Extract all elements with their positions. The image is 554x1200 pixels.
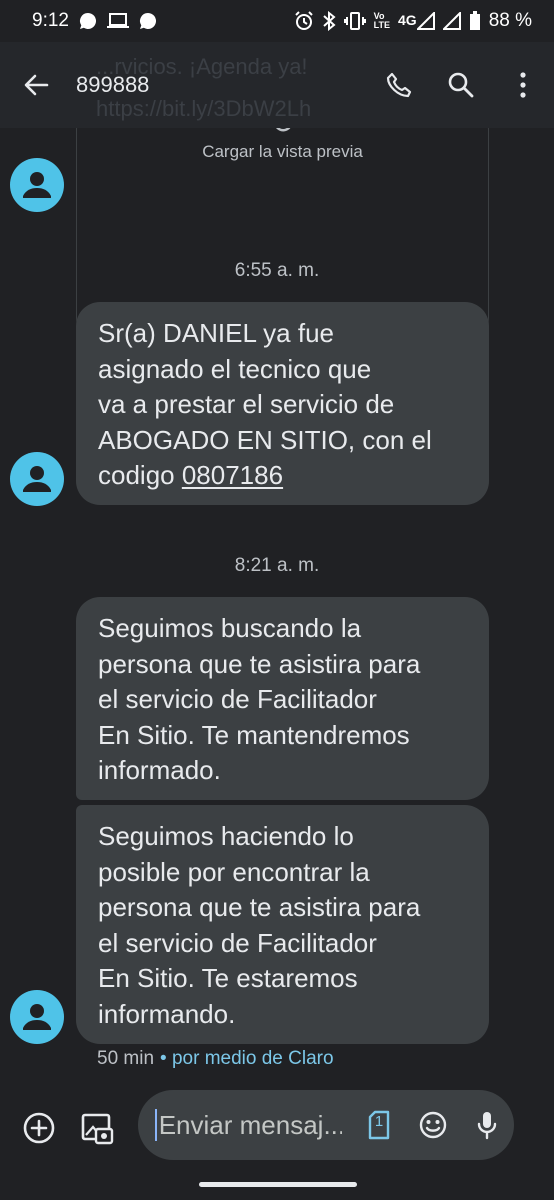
status-bar: 9:12 Vo LTE 4G 88 % — [0, 0, 554, 42]
status-left: 9:12 — [32, 10, 157, 32]
person-icon — [23, 1004, 51, 1030]
message-input-field[interactable]: Enviar mensaj... 1 — [138, 1090, 514, 1160]
volte-indicator: Vo LTE — [374, 12, 390, 30]
status-time: 9:12 — [32, 10, 69, 31]
add-circle-icon — [23, 1112, 55, 1144]
avatar[interactable] — [10, 990, 64, 1044]
scrolled-link-line: https://bit.ly/3DbW2Lh — [96, 96, 312, 121]
message-line: asignado el tecnico que — [98, 353, 372, 384]
vibrate-icon — [343, 12, 366, 30]
message-time: 50 min — [97, 1048, 155, 1069]
avatar[interactable] — [10, 158, 64, 212]
home-indicator[interactable] — [199, 1182, 357, 1187]
message-line: va a prestar el servicio de — [98, 389, 395, 419]
message-line: ABOGADO EN SITIO, con el — [98, 424, 432, 455]
code-link[interactable]: 0807186 — [182, 460, 283, 490]
message-meta: 50 min • por medio de Claro — [97, 1048, 334, 1070]
voice-input-button[interactable] — [460, 1098, 514, 1152]
message-line: En Sitio. Te estaremos — [98, 963, 358, 993]
sim-select-button[interactable]: 1 — [352, 1098, 406, 1152]
timestamp: 8:21 a. m. — [234, 555, 320, 576]
load-preview-label: Cargar la vista previa — [202, 142, 363, 161]
chat-bubble-icon — [139, 12, 157, 30]
signal-icon — [442, 12, 461, 30]
message-line: persona que te asistira para — [98, 892, 421, 922]
emoji-button[interactable] — [406, 1098, 460, 1152]
volte-bottom: LTE — [373, 20, 390, 30]
message-bubble[interactable]: Seguimos buscando la persona que te asis… — [76, 597, 489, 800]
sim-number: 1 — [374, 1113, 384, 1130]
conversation-title: 899888 — [76, 72, 150, 97]
message-bubble[interactable]: Sr(a) DANIEL ya fue asignado el tecnico … — [76, 302, 489, 505]
message-input-placeholder: Enviar mensaj... — [158, 1109, 342, 1140]
alarm-icon — [294, 11, 314, 31]
more-vert-icon — [520, 72, 526, 98]
signal-icon — [416, 12, 435, 30]
back-button[interactable] — [0, 49, 72, 121]
message-line: informado. — [98, 755, 221, 785]
message-line: informando. — [98, 998, 236, 1029]
message-line: Sr(a) DANIEL ya fue — [98, 318, 335, 348]
call-button[interactable] — [368, 54, 430, 116]
avatar[interactable] — [10, 452, 64, 506]
arrow-back-icon — [24, 74, 49, 96]
more-options-button[interactable] — [492, 54, 554, 116]
search-button[interactable] — [430, 54, 492, 116]
battery-icon — [469, 11, 481, 31]
input-actions: 1 — [352, 1098, 514, 1152]
message-line: el servicio de Facilitador — [98, 927, 377, 958]
network-type: 4G — [398, 12, 435, 30]
microphone-icon — [477, 1112, 497, 1140]
compose-bar: Enviar mensaj... 1 — [0, 1088, 554, 1168]
search-icon — [448, 72, 474, 98]
message-text: codigo — [98, 460, 182, 490]
timestamp: 6:55 a. m. — [234, 260, 320, 281]
chat-bubble-icon — [79, 12, 97, 30]
text-cursor — [155, 1109, 157, 1141]
gallery-button[interactable] — [68, 1099, 126, 1157]
conversation-list[interactable]: Cargar la vista previa 6:55 a. m. Sr(a) … — [0, 108, 554, 1088]
person-icon — [23, 172, 51, 198]
add-attachment-button[interactable] — [10, 1099, 68, 1157]
bluetooth-icon — [322, 11, 336, 31]
phone-icon — [386, 72, 412, 98]
message-line: el servicio de Facilitador — [98, 684, 377, 714]
laptop-icon — [106, 12, 129, 30]
message-line: codigo 0807186 — [98, 458, 467, 494]
message-line: persona que te asistira para — [98, 648, 421, 679]
person-icon — [23, 466, 51, 492]
network-label: 4G — [398, 12, 417, 28]
message-line: Seguimos haciendo lo — [98, 821, 354, 851]
app-bar-actions — [368, 54, 554, 116]
status-right: Vo LTE 4G 88 % — [294, 10, 532, 32]
message-line: posible por encontrar la — [98, 856, 370, 887]
emoji-icon — [419, 1111, 447, 1139]
message-bubble[interactable]: Seguimos haciendo lo posible por encontr… — [76, 805, 489, 1044]
battery-level: 88 % — [488, 10, 532, 31]
carrier-label: • por medio de Claro — [160, 1048, 334, 1069]
gallery-icon — [81, 1113, 114, 1145]
app-bar: ...rvicios. ¡Agenda ya! https://bit.ly/3… — [0, 42, 554, 128]
message-line: En Sitio. Te mantendremos — [98, 719, 410, 750]
message-line: Seguimos buscando la — [98, 613, 362, 643]
